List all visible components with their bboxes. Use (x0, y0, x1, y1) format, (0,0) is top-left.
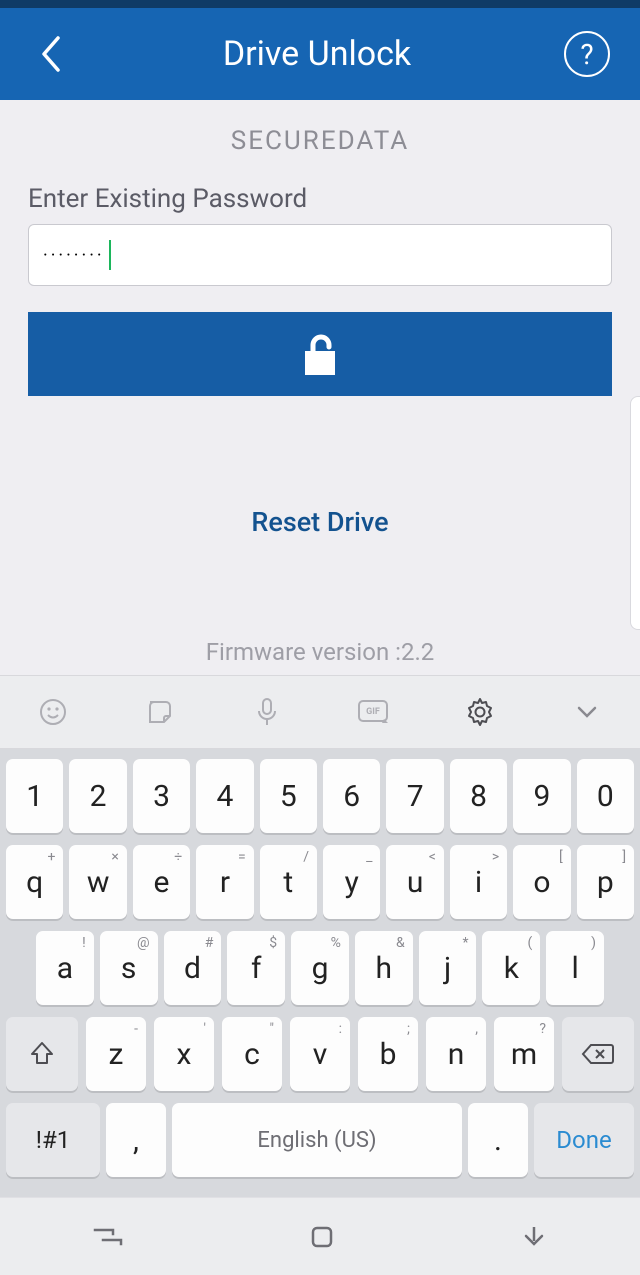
key-n[interactable]: n, (426, 1017, 486, 1091)
key-w[interactable]: w× (69, 845, 126, 919)
keyboard-toolbar: GIF (0, 675, 640, 749)
chevron-down-icon[interactable] (569, 694, 605, 730)
key-y[interactable]: y_ (323, 845, 380, 919)
key-c[interactable]: c" (222, 1017, 282, 1091)
shift-key[interactable] (6, 1017, 78, 1091)
key-p[interactable]: p] (577, 845, 634, 919)
key-v[interactable]: v: (290, 1017, 350, 1091)
key-j[interactable]: j* (419, 931, 477, 1005)
sticker-icon[interactable] (142, 694, 178, 730)
key-f[interactable]: f$ (227, 931, 285, 1005)
password-value: ········ (43, 245, 105, 266)
symbols-key[interactable]: !#1 (6, 1103, 100, 1177)
key-4[interactable]: 4 (196, 759, 253, 833)
key-0[interactable]: 0 (577, 759, 634, 833)
keyboard-hide-button[interactable] (519, 1223, 549, 1251)
gear-icon[interactable] (462, 694, 498, 730)
key-t[interactable]: t/ (260, 845, 317, 919)
keyboard: 1234567890 q+w×e÷r=t/y_u<i>o[p] a!s@d#f$… (0, 749, 640, 1197)
keyboard-row-a: a!s@d#f$g%h&j*k(l) (6, 931, 634, 1005)
key-5[interactable]: 5 (260, 759, 317, 833)
reset-drive-link[interactable]: Reset Drive (28, 506, 612, 538)
key-l[interactable]: l) (546, 931, 604, 1005)
period-key[interactable]: . (468, 1103, 528, 1177)
firmware-version-text: Firmware version :2.2 (28, 638, 612, 666)
password-field[interactable]: ········ (28, 224, 612, 286)
key-u[interactable]: u< (386, 845, 443, 919)
password-label: Enter Existing Password (28, 184, 612, 214)
key-9[interactable]: 9 (513, 759, 570, 833)
keyboard-row-z: z-x'c"v:b;n,m? (6, 1017, 634, 1091)
key-o[interactable]: o[ (513, 845, 570, 919)
key-6[interactable]: 6 (323, 759, 380, 833)
key-8[interactable]: 8 (450, 759, 507, 833)
key-z[interactable]: z- (86, 1017, 146, 1091)
key-a[interactable]: a! (36, 931, 94, 1005)
emoji-icon[interactable] (35, 694, 71, 730)
home-button[interactable] (308, 1223, 336, 1251)
mic-icon[interactable] (249, 694, 285, 730)
backspace-key[interactable] (562, 1017, 634, 1091)
svg-text:GIF: GIF (366, 707, 380, 717)
key-h[interactable]: h& (355, 931, 413, 1005)
key-3[interactable]: 3 (133, 759, 190, 833)
key-2[interactable]: 2 (69, 759, 126, 833)
system-nav-bar (0, 1197, 640, 1275)
page-title: Drive Unlock (223, 34, 411, 74)
key-r[interactable]: r= (196, 845, 253, 919)
key-x[interactable]: x' (154, 1017, 214, 1091)
back-icon (38, 34, 62, 74)
key-g[interactable]: g% (291, 931, 349, 1005)
comma-key[interactable]: , (106, 1103, 166, 1177)
unlock-button[interactable] (28, 312, 612, 396)
keyboard-row-q: q+w×e÷r=t/y_u<i>o[p] (6, 845, 634, 919)
backspace-icon (581, 1042, 615, 1066)
key-m[interactable]: m? (494, 1017, 554, 1091)
back-button[interactable] (30, 34, 70, 74)
done-key[interactable]: Done (534, 1103, 634, 1177)
keyboard-row-numbers: 1234567890 (6, 759, 634, 833)
text-cursor (109, 240, 111, 270)
key-e[interactable]: e÷ (133, 845, 190, 919)
header: Drive Unlock ? (0, 8, 640, 100)
help-icon: ? (580, 38, 593, 71)
key-7[interactable]: 7 (386, 759, 443, 833)
recent-apps-button[interactable] (91, 1224, 125, 1250)
side-handle (630, 396, 640, 630)
key-d[interactable]: d# (164, 931, 222, 1005)
key-q[interactable]: q+ (6, 845, 63, 919)
key-i[interactable]: i> (450, 845, 507, 919)
key-b[interactable]: b; (358, 1017, 418, 1091)
brand-text: SECUREDATA (28, 126, 612, 156)
gif-icon[interactable]: GIF (355, 694, 391, 730)
status-bar (0, 0, 640, 8)
content-area: SECUREDATA Enter Existing Password ·····… (0, 100, 640, 666)
help-button[interactable]: ? (564, 31, 610, 77)
unlock-icon (299, 331, 341, 377)
shift-icon (29, 1040, 55, 1068)
key-s[interactable]: s@ (100, 931, 158, 1005)
keyboard-row-bottom: !#1 , English (US) . Done (6, 1103, 634, 1177)
space-key[interactable]: English (US) (172, 1103, 462, 1177)
key-k[interactable]: k( (482, 931, 540, 1005)
key-1[interactable]: 1 (6, 759, 63, 833)
